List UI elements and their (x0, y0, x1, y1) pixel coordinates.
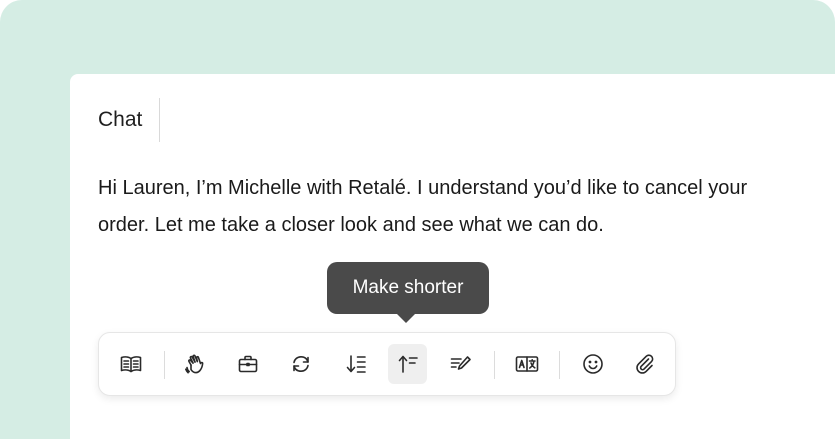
make-shorter-button[interactable] (388, 344, 427, 384)
chat-panel: Chat Hi Lauren, I’m Michelle with Retalé… (70, 74, 835, 439)
read-button[interactable] (111, 344, 150, 384)
edit-button[interactable] (441, 344, 480, 384)
tooltip-text: Make shorter (352, 277, 464, 298)
chat-tab-label[interactable]: Chat (98, 98, 142, 142)
translate-button[interactable] (507, 344, 546, 384)
rephrase-button[interactable] (281, 344, 320, 384)
refresh-icon (292, 356, 309, 372)
message-text[interactable]: Hi Lauren, I’m Michelle with Retalé. I u… (98, 170, 758, 243)
attach-button[interactable] (625, 344, 664, 384)
edit-text-icon (450, 356, 471, 370)
make-longer-button[interactable] (336, 344, 375, 384)
greeting-button[interactable] (176, 344, 215, 384)
tooltip: Make shorter (327, 262, 489, 314)
paperclip-icon (635, 354, 653, 374)
waving-hand-icon (184, 354, 203, 374)
tab-divider (159, 98, 161, 142)
translate-icon (515, 356, 538, 372)
toolbar-separator (494, 351, 495, 379)
professional-tone-button[interactable] (228, 344, 267, 384)
toolbar-separator (164, 351, 165, 379)
tooltip-arrow (397, 314, 415, 323)
emoji-button[interactable] (573, 344, 612, 384)
ai-toolbar (98, 332, 676, 396)
toolbar-separator (559, 351, 560, 379)
briefcase-icon (238, 355, 257, 373)
chat-tab-row: Chat (98, 98, 161, 142)
make-longer-icon (346, 355, 366, 373)
make-shorter-icon (398, 355, 418, 373)
emoji-icon (582, 354, 603, 374)
book-icon (120, 356, 141, 373)
